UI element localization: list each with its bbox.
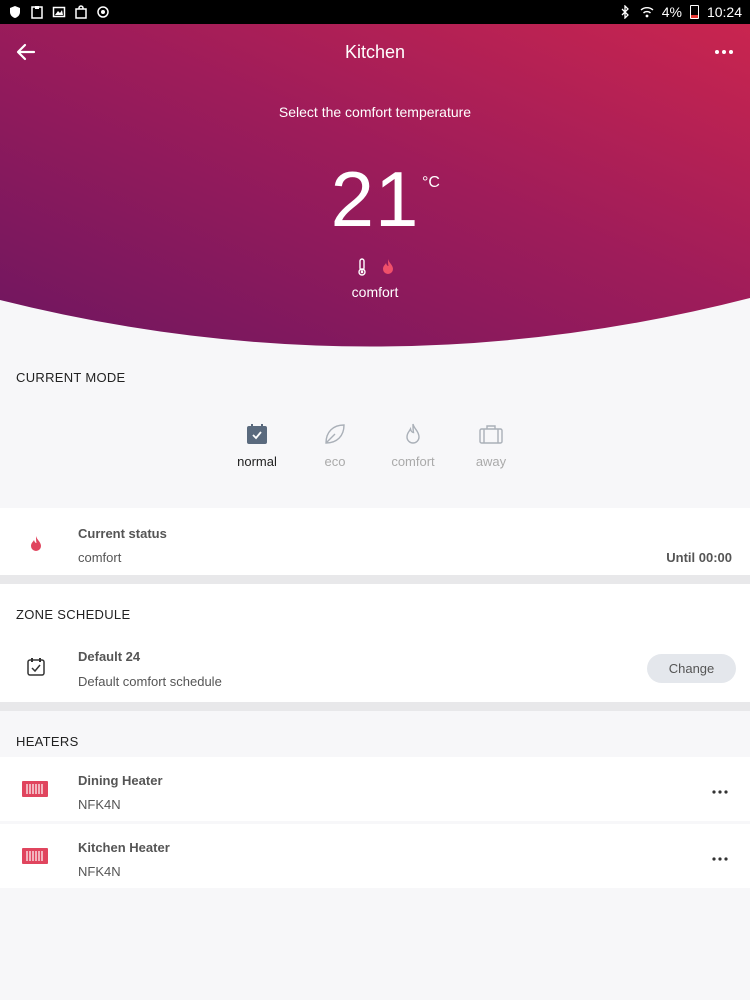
more-options-button[interactable] — [710, 40, 738, 64]
heater-more-button[interactable] — [710, 854, 730, 864]
heater-name: Kitchen Heater — [78, 840, 170, 855]
mode-label-away: away — [475, 454, 507, 469]
current-status-title: Current status — [78, 526, 167, 541]
heater-row[interactable]: Kitchen Heater NFK4N — [0, 824, 750, 888]
clipboard-icon — [30, 5, 44, 19]
header: Kitchen Select the comfort temperature 2… — [0, 24, 750, 350]
temperature-prompt: Select the comfort temperature — [278, 104, 472, 120]
wifi-icon — [640, 5, 654, 19]
heater-more-button[interactable] — [710, 787, 730, 797]
calendar-check-icon — [245, 422, 269, 446]
mode-indicator — [0, 258, 750, 276]
heaters-heading: HEATERS — [16, 734, 79, 749]
shield-icon — [8, 5, 22, 19]
image-icon — [52, 5, 66, 19]
battery-percent: 4% — [661, 4, 682, 20]
heater-name: Dining Heater — [78, 773, 163, 788]
current-status-value: comfort — [78, 550, 122, 565]
status-bar: 4% 10:24 — [0, 0, 750, 24]
zone-schedule-heading: ZONE SCHEDULE — [16, 607, 131, 622]
thermometer-icon — [354, 258, 370, 276]
section-divider — [0, 575, 750, 584]
page-title: Kitchen — [344, 42, 406, 62]
heater-model: NFK4N — [78, 864, 121, 879]
suitcase-icon — [479, 422, 503, 446]
mode-normal[interactable]: normal — [218, 422, 296, 469]
more-horizontal-icon — [715, 50, 733, 54]
battery-icon — [689, 5, 699, 19]
sync-icon — [96, 5, 110, 19]
mode-label: comfort — [351, 284, 399, 300]
flame-icon — [22, 530, 50, 558]
more-horizontal-icon — [712, 857, 728, 861]
radiator-icon — [20, 842, 50, 870]
mode-selector: normal eco comfort away — [218, 422, 530, 469]
flame-icon — [380, 258, 396, 276]
mode-label-comfort: comfort — [391, 454, 435, 469]
mode-label-normal: normal — [237, 454, 277, 469]
mode-away[interactable]: away — [452, 422, 530, 469]
change-schedule-button[interactable]: Change — [647, 654, 736, 683]
status-until: Until 00:00 — [666, 550, 732, 565]
temperature-unit: °C — [422, 174, 440, 191]
current-status-card: Current status comfort Until 00:00 — [0, 508, 750, 575]
zone-schedule-card: ZONE SCHEDULE Default 24 Default comfort… — [0, 584, 750, 702]
mode-eco[interactable]: eco — [296, 422, 374, 469]
more-horizontal-icon — [712, 790, 728, 794]
radiator-icon — [20, 775, 50, 803]
heater-model: NFK4N — [78, 797, 121, 812]
shopping-bag-icon — [74, 5, 88, 19]
clock: 10:24 — [706, 4, 742, 20]
current-mode-heading: CURRENT MODE — [16, 370, 126, 385]
schedule-name: Default 24 — [78, 649, 141, 664]
schedule-description: Default comfort schedule — [78, 674, 222, 689]
leaf-icon — [323, 422, 347, 446]
heater-row[interactable]: Dining Heater NFK4N — [0, 757, 750, 821]
calendar-check-icon — [22, 653, 50, 681]
bluetooth-icon — [618, 5, 632, 19]
temperature-value[interactable]: 21 — [0, 154, 750, 244]
section-divider — [0, 702, 750, 711]
mode-comfort[interactable]: comfort — [374, 422, 452, 469]
flame-outline-icon — [401, 422, 425, 446]
mode-label-eco: eco — [324, 454, 346, 469]
